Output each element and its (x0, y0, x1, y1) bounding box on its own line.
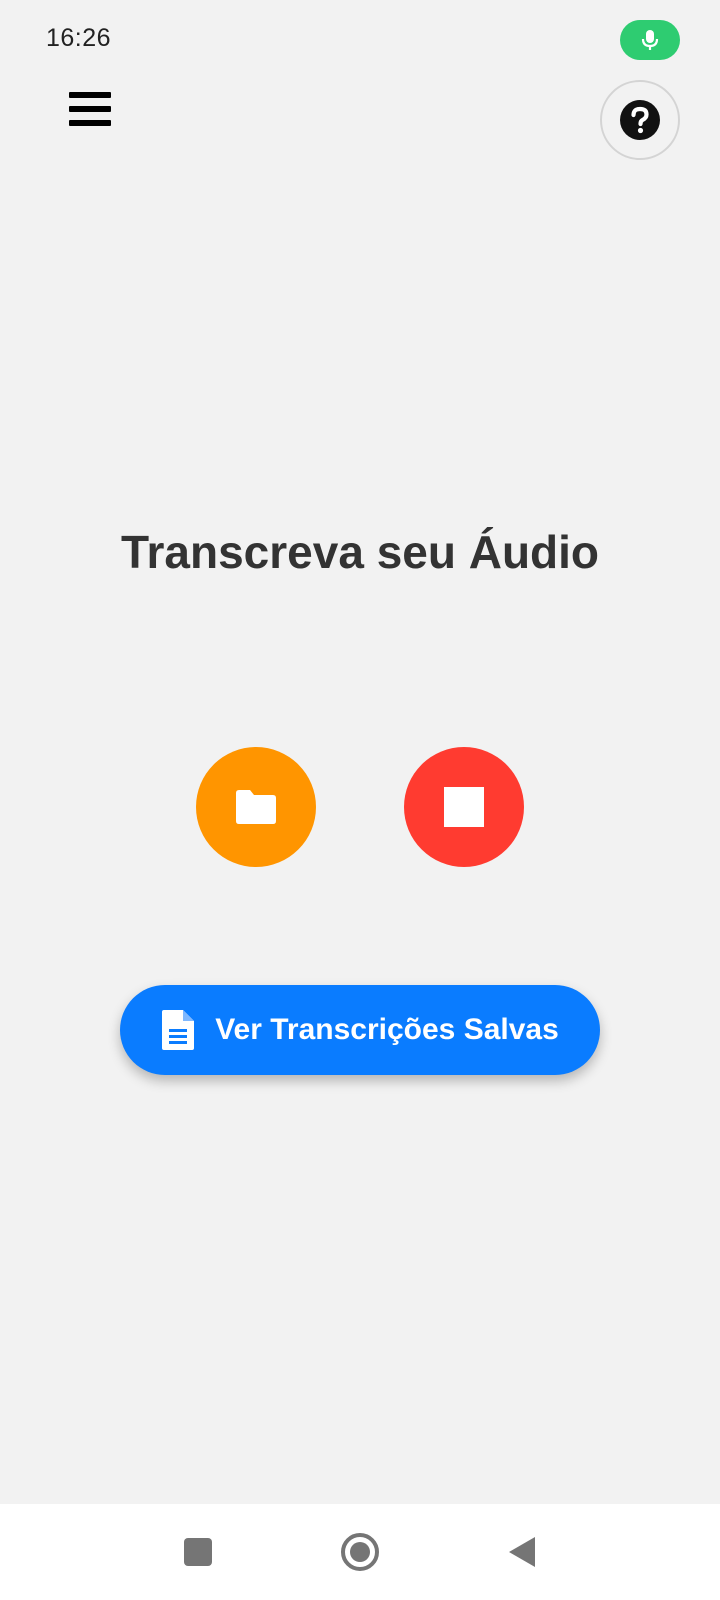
saved-button-label: Ver Transcrições Salvas (215, 1013, 559, 1046)
mic-indicator (620, 20, 680, 60)
triangle-back-icon (509, 1537, 535, 1567)
help-button[interactable] (600, 80, 680, 160)
nav-back-button[interactable] (494, 1524, 550, 1580)
nav-home-button[interactable] (332, 1524, 388, 1580)
status-bar: 16:26 (0, 0, 720, 80)
microphone-icon (641, 30, 659, 50)
question-circle-icon (620, 100, 660, 140)
page-title: Transcreva seu Áudio (120, 526, 600, 578)
system-nav-bar (0, 1504, 720, 1600)
view-saved-transcriptions-button[interactable]: Ver Transcrições Salvas (120, 985, 600, 1075)
circle-home-icon (341, 1533, 379, 1571)
square-icon (184, 1538, 212, 1566)
document-icon (162, 1010, 195, 1050)
open-file-button[interactable] (196, 747, 316, 867)
stop-icon (444, 787, 484, 827)
hamburger-menu-icon (69, 92, 111, 126)
status-time: 16:26 (46, 24, 112, 52)
stop-recording-button[interactable] (404, 747, 524, 867)
folder-icon (236, 790, 276, 824)
menu-button[interactable] (60, 84, 120, 134)
nav-recent-apps-button[interactable] (170, 1524, 226, 1580)
